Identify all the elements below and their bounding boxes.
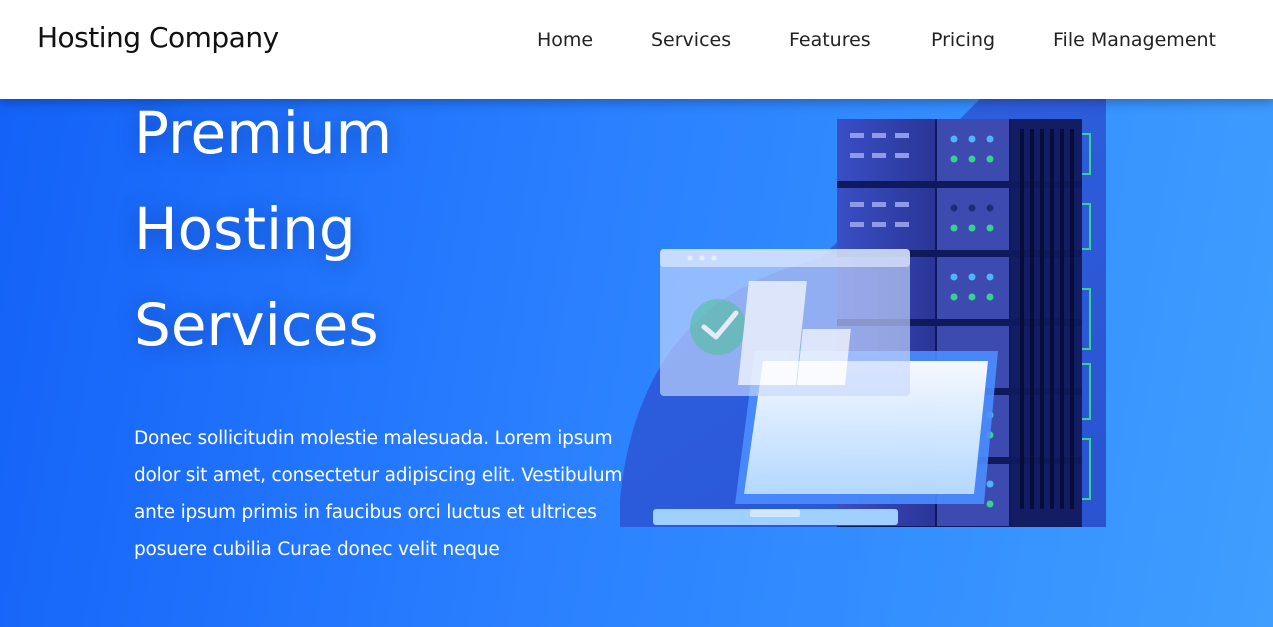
hero-description: Donec sollicitudin molestie malesuada. L…	[134, 428, 623, 560]
nav-link-services[interactable]: Services	[651, 29, 731, 51]
hero-title-line-1: Premium	[134, 99, 393, 167]
hero-title-line-2: Hosting	[134, 195, 356, 263]
hero-section: Premium Hosting Services Donec sollicitu…	[0, 99, 1273, 627]
browser-window-graphic	[660, 249, 910, 396]
brand-logo-text[interactable]: Hosting Company	[37, 21, 279, 54]
top-navbar: Hosting Company Home Services Features P…	[0, 0, 1273, 99]
nav-link-features[interactable]: Features	[789, 29, 871, 51]
server-rack-laptop-illustration-icon	[620, 99, 1106, 527]
hero-title-line-3: Services	[134, 291, 379, 359]
nav-link-pricing[interactable]: Pricing	[931, 29, 995, 51]
nav-link-file-management[interactable]: File Management	[1053, 29, 1216, 51]
nav-link-home[interactable]: Home	[537, 29, 593, 51]
